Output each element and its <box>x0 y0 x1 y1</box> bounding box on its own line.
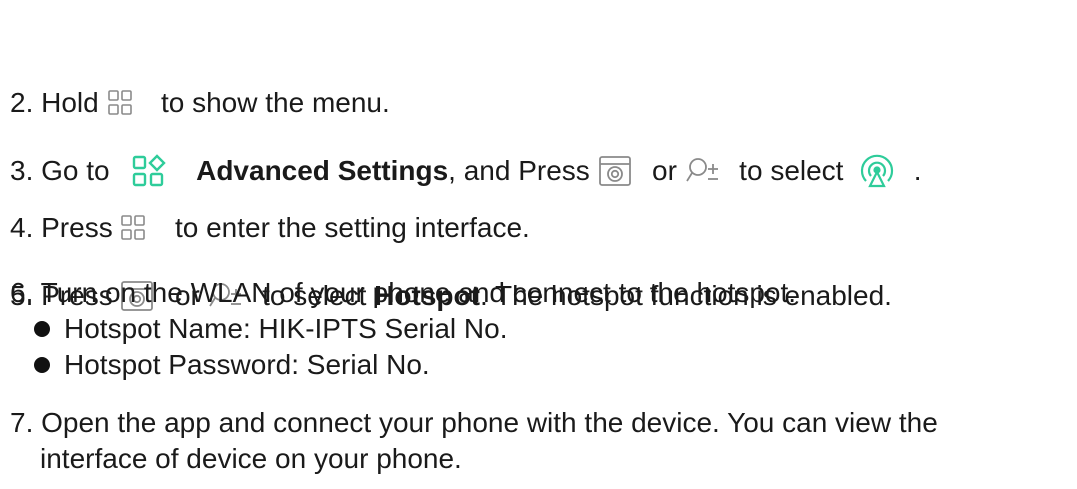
step-6-text: 6. Turn on the WLAN of your phone and co… <box>10 277 797 308</box>
bullet-icon <box>34 321 50 337</box>
list-item: Hotspot Password: Serial No. <box>34 348 430 382</box>
hotspot-name-text: Hotspot Name: HIK-IPTS Serial No. <box>64 313 508 344</box>
step-7-text-2: interface of device on your phone. <box>40 443 462 474</box>
bullet-icon <box>34 357 50 373</box>
step-3-text-e: to select <box>731 155 852 186</box>
step-7-text-1: 7. Open the app and connect your phone w… <box>10 407 938 438</box>
step-6: 6. Turn on the WLAN of your phone and co… <box>10 276 796 310</box>
manual-page: 2. Hold to show the menu. 3. Go to Advan… <box>0 0 1077 489</box>
step-7-line-1: 7. Open the app and connect your phone w… <box>10 406 938 440</box>
hotspot-password-text: Hotspot Password: Serial No. <box>64 349 430 380</box>
step-3-text-f: . <box>905 155 922 186</box>
step-3-text-d: or <box>644 155 685 186</box>
list-item: Hotspot Name: HIK-IPTS Serial No. <box>34 312 507 346</box>
step-7-line-2: interface of device on your phone. <box>40 442 462 476</box>
